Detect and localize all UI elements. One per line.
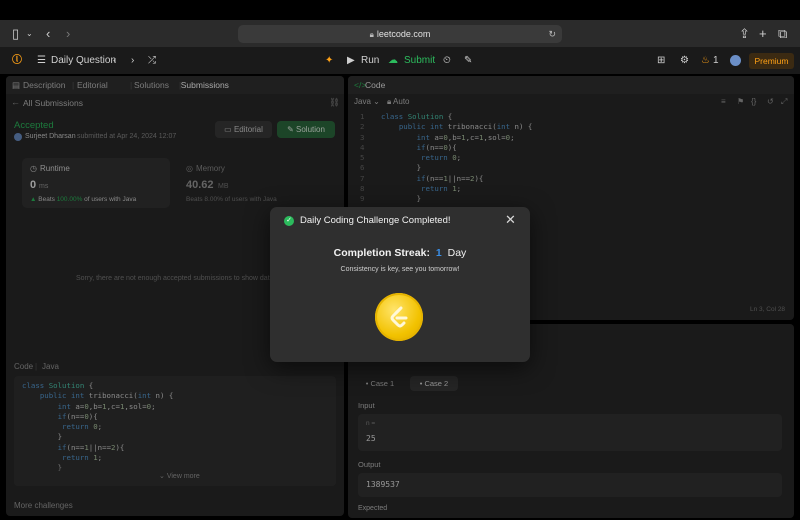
run-button[interactable]: Run <box>361 54 379 68</box>
next-problem-icon[interactable]: › <box>131 54 134 68</box>
avatar[interactable] <box>730 55 741 66</box>
modal-message: Consistency is key, see you tomorrow! <box>340 266 460 273</box>
lock-icon: 🔒︎ <box>369 30 374 39</box>
share-icon[interactable]: ⇪ <box>739 25 750 43</box>
screen: ▯ ⌄ ‹ › 🔒︎ leetcode.com ↻ ⇪ + ⧉ ⓛ ☰ Daily… <box>0 0 800 520</box>
app-header: ⓛ ☰ Daily Question ‹ › ⤮ ✦ ▶ Run ☁ Submi… <box>0 48 800 74</box>
premium-button[interactable]: Premium <box>749 53 794 69</box>
close-icon[interactable]: ✕ <box>505 213 516 227</box>
check-circle-icon: ✓ <box>284 216 294 226</box>
reload-icon[interactable]: ↻ <box>548 25 556 43</box>
streak-unit: Day <box>447 247 467 259</box>
settings-gear-icon[interactable]: ⚙ <box>680 54 689 68</box>
streak-count: 1 <box>713 55 719 66</box>
back-icon[interactable]: ‹ <box>46 25 50 43</box>
forward-icon[interactable]: › <box>66 25 70 43</box>
browser-toolbar: ▯ ⌄ ‹ › 🔒︎ leetcode.com ↻ ⇪ + ⧉ <box>0 20 800 48</box>
challenge-completed-modal: ✓ Daily Coding Challenge Completed! ✕ Co… <box>270 207 530 362</box>
sidebar-toggle-icon[interactable]: ▯ <box>12 25 19 43</box>
tab-overview-icon[interactable]: ⧉ <box>778 25 787 43</box>
timer-icon[interactable]: ⏲ <box>443 54 451 68</box>
modal-title: Daily Coding Challenge Completed! <box>300 215 451 226</box>
new-tab-icon[interactable]: + <box>759 25 767 43</box>
shuffle-icon[interactable]: ⤮ <box>148 54 156 68</box>
address-bar[interactable]: 🔒︎ leetcode.com ↻ <box>238 25 562 43</box>
problem-list-icon[interactable]: ☰ <box>37 54 46 68</box>
url-text: leetcode.com <box>376 29 431 39</box>
leetcode-coin-icon <box>375 293 423 341</box>
completion-streak: Completion Streak: 1 Day <box>270 247 530 259</box>
submit-button[interactable]: Submit <box>404 54 435 68</box>
streak-fire-icon[interactable]: ♨ <box>701 54 710 68</box>
streak-label: Completion Streak: <box>333 247 430 259</box>
run-icon[interactable]: ▶ <box>347 54 355 68</box>
streak-value: 1 <box>435 247 442 259</box>
page-title[interactable]: Daily Question <box>51 54 116 68</box>
chevron-down-icon[interactable]: ⌄ <box>26 25 33 43</box>
layout-icon[interactable]: ⊞ <box>657 54 665 68</box>
debug-icon[interactable]: ✦ <box>325 54 333 68</box>
leetcode-logo-icon[interactable]: ⓛ <box>12 54 22 68</box>
submit-icon[interactable]: ☁ <box>388 54 398 68</box>
leetcode-logo-icon <box>390 306 408 328</box>
notes-icon[interactable]: ✎ <box>464 54 472 68</box>
prev-problem-icon[interactable]: ‹ <box>113 54 116 68</box>
